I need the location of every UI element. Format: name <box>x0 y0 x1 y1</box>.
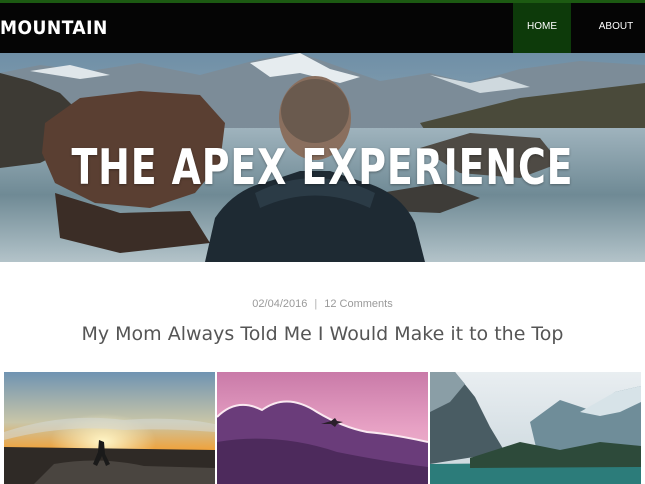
meta-separator: | <box>314 298 318 310</box>
nav-about-link[interactable]: ABOUT <box>591 3 641 53</box>
post-date: 02/04/2016 <box>252 298 308 310</box>
hero-title: THE APEX EXPERIENCE <box>71 139 574 196</box>
gallery-image-pink-clouds[interactable] <box>217 372 428 484</box>
gallery-image-sunset-skatepark[interactable] <box>4 372 215 484</box>
nav-home-link[interactable]: HOME <box>513 3 571 53</box>
post-meta: 02/04/2016 | 12 Comments <box>0 298 645 310</box>
navbar: MOUNTAIN HOME ABOUT <box>0 3 645 53</box>
post-comments-link[interactable]: 12 Comments <box>324 298 392 310</box>
gallery-image-mountain-lake[interactable] <box>430 372 641 484</box>
brand-logo[interactable]: MOUNTAIN <box>0 3 108 53</box>
hero-banner: THE APEX EXPERIENCE <box>0 53 645 262</box>
post-title[interactable]: My Mom Always Told Me I Would Make it to… <box>0 323 645 345</box>
